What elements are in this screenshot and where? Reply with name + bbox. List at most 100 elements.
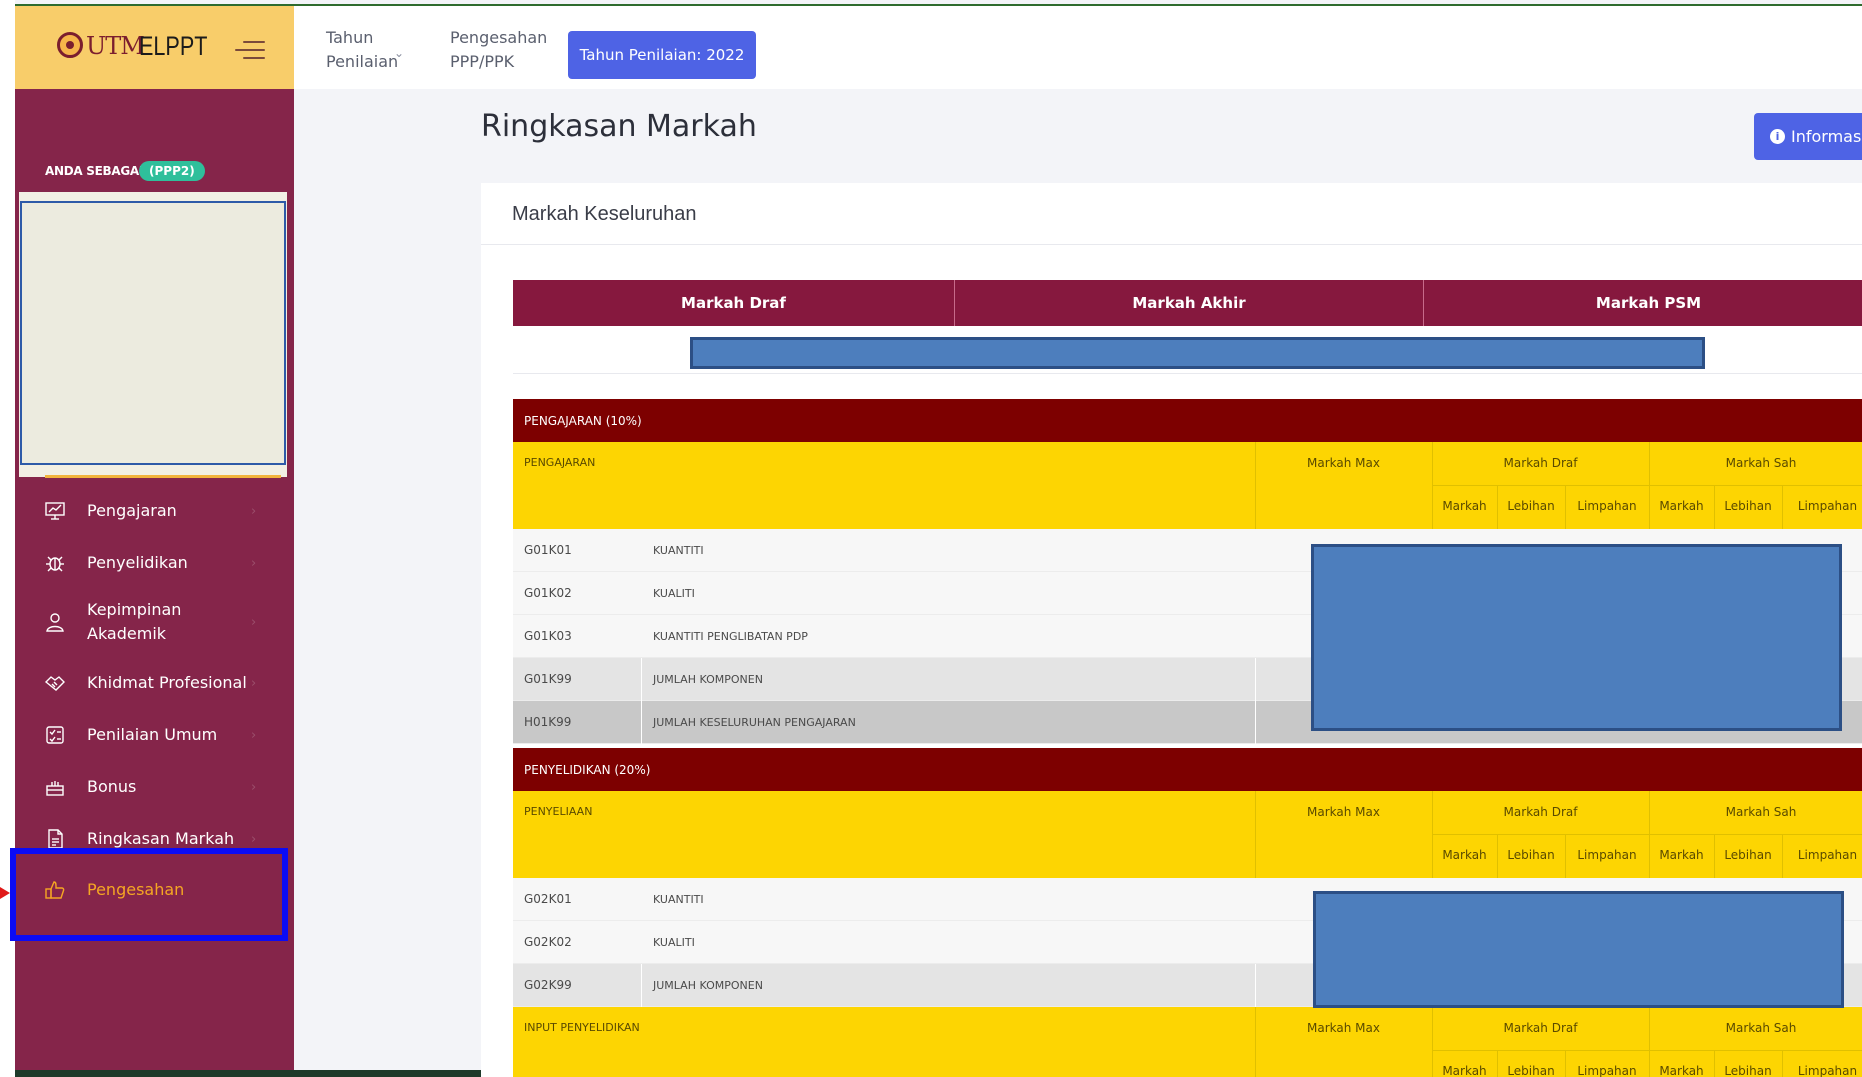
sidebar-item-label: Khidmat Profesional (87, 673, 247, 692)
row-code: G01K03 (524, 629, 572, 643)
card-title: Markah Keseluruhan (512, 203, 697, 225)
col-markah-draf: Markah Draf (1503, 456, 1578, 470)
header-markah-psm: Markah PSM (1595, 294, 1702, 312)
col-lebihan: Lebihan (1724, 848, 1772, 862)
col-limpahan: Limpahan (1577, 848, 1637, 862)
page-title: Ringkasan Markah (481, 109, 757, 144)
row-desc: KUANTITI (653, 543, 704, 557)
sidebar-item-bonus[interactable]: Bonus › (15, 767, 294, 807)
profile-redacted-area (20, 201, 286, 465)
sidebar-item-label: Penilaian Umum (87, 725, 218, 744)
sidebar-item-kepimpinan-akademik[interactable]: Kepimpinan Akademik › (15, 594, 294, 650)
role-badge: (PPP2) (139, 161, 205, 181)
redacted-pengajaran-values (1311, 544, 1842, 731)
col-markah-draf: Markah Draf (1503, 805, 1578, 819)
chevron-right-icon: › (251, 614, 257, 630)
col-markah: Markah (1659, 848, 1704, 862)
col-lebihan: Lebihan (1724, 499, 1772, 513)
chevron-right-icon: › (251, 779, 257, 795)
row-code: G01K02 (524, 586, 572, 600)
chevron-right-icon: › (251, 555, 257, 571)
row-desc: KUANTITI PENGLIBATAN PDP (653, 629, 808, 643)
year-button[interactable]: Tahun Penilaian: 2022 (568, 31, 756, 79)
subheader-label: PENGAJARAN (524, 456, 596, 469)
info-button[interactable]: i Informasi (1754, 113, 1862, 160)
row-desc: JUMLAH KOMPONEN (653, 672, 763, 686)
app-name: ELPPT (139, 31, 208, 61)
brand-bar: UTM ELPPT (15, 6, 294, 89)
summary-table-header: Markah Draf Markah Akhir Markah PSM (513, 280, 1862, 326)
col-limpahan: Limpahan (1577, 1064, 1637, 1077)
subheader-label: PENYELIAAN (524, 805, 593, 818)
section-subheader: PENYELIAAN Markah Max Markah Draf Markah… (513, 791, 1862, 878)
sidebar-item-pengajaran[interactable]: Pengajaran › (15, 491, 294, 531)
menu-toggle-icon[interactable] (233, 39, 265, 61)
section-subheader: INPUT PENYELIDIKAN Markah Max Markah Dra… (513, 1007, 1862, 1077)
menu-tahun-penilaian[interactable]: Tahun Penilaian (326, 26, 401, 74)
chevron-right-icon: › (251, 727, 257, 743)
row-desc: KUALITI (653, 935, 695, 949)
col-limpahan: Limpahan (1797, 848, 1858, 862)
col-markah: Markah (1442, 499, 1487, 513)
sidebar-item-label: Bonus (87, 777, 137, 796)
sidebar-item-khidmat-profesional[interactable]: Khidmat Profesional › (15, 663, 294, 703)
presentation-chart-icon (44, 500, 66, 522)
section-title: PENGAJARAN (10%) (513, 399, 1862, 442)
chevron-down-icon: ⌄ (394, 46, 405, 60)
sidebar-item-label: Pengajaran (87, 501, 177, 520)
col-lebihan: Lebihan (1724, 1064, 1772, 1077)
profile-divider (45, 475, 281, 478)
col-markah-draf: Markah Draf (1503, 1021, 1578, 1035)
row-code: H01K99 (524, 715, 572, 729)
logo-text: UTM (86, 32, 145, 60)
subheader-label: INPUT PENYELIDIKAN (524, 1021, 640, 1034)
row-desc: KUALITI (653, 586, 695, 600)
row-code: G02K01 (524, 892, 572, 906)
col-markah-sah: Markah Sah (1725, 1021, 1797, 1035)
row-desc: JUMLAH KOMPONEN (653, 978, 763, 992)
row-code: G02K99 (524, 978, 572, 992)
document-report-icon (44, 828, 66, 850)
info-icon: i (1770, 129, 1785, 144)
utm-seal-icon (57, 32, 83, 58)
row-desc: KUANTITI (653, 892, 704, 906)
col-limpahan: Limpahan (1797, 499, 1858, 513)
cake-gift-icon (44, 776, 66, 798)
col-markah: Markah (1659, 1064, 1704, 1077)
bug-research-icon (44, 552, 66, 574)
chevron-right-icon: › (251, 831, 257, 847)
row-code: G02K02 (524, 935, 572, 949)
sidebar-item-penilaian-umum[interactable]: Penilaian Umum › (15, 715, 294, 755)
section-subheader: PENGAJARAN Markah Max Markah Draf Markah… (513, 442, 1862, 529)
col-markah: Markah (1442, 1064, 1487, 1077)
col-markah-sah: Markah Sah (1725, 805, 1797, 819)
col-markah-max: Markah Max (1307, 1021, 1380, 1035)
annotation-highlight-box (10, 848, 288, 941)
header-markah-akhir: Markah Akhir (955, 280, 1424, 326)
info-button-label: Informasi (1791, 127, 1862, 146)
col-markah-max: Markah Max (1307, 456, 1380, 470)
redacted-summary-values (690, 337, 1705, 369)
sidebar-item-penyelidikan[interactable]: Penyelidikan › (15, 543, 294, 583)
col-lebihan: Lebihan (1507, 1064, 1555, 1077)
col-markah-max: Markah Max (1307, 805, 1380, 819)
col-markah-sah: Markah Sah (1725, 456, 1797, 470)
sidebar-item-label: Kepimpinan Akademik (87, 600, 182, 643)
menu-label: Pengesahan PPP/PPK (450, 28, 548, 71)
app-window: UTM ELPPT ANDA SEBAGAI (PPP2) Pengajaran… (0, 0, 1862, 1077)
redacted-penyelidikan-values (1313, 891, 1844, 1008)
chevron-right-icon: › (251, 503, 257, 519)
col-limpahan: Limpahan (1797, 1064, 1858, 1077)
col-lebihan: Lebihan (1507, 499, 1555, 513)
col-limpahan: Limpahan (1577, 499, 1637, 513)
handshake-icon (44, 672, 66, 694)
role-label: ANDA SEBAGAI (45, 164, 144, 178)
menu-label: Tahun Penilaian (326, 28, 399, 71)
row-desc: JUMLAH KESELURUHAN PENGAJARAN (653, 715, 856, 729)
header-markah-draf: Markah Draf (513, 280, 955, 326)
document-checklist-icon (44, 724, 66, 746)
chevron-right-icon: › (251, 675, 257, 691)
annotation-arrow-icon (0, 887, 10, 899)
menu-pengesahan[interactable]: Pengesahan PPP/PPK (450, 26, 555, 74)
row-code: G01K99 (524, 672, 572, 686)
